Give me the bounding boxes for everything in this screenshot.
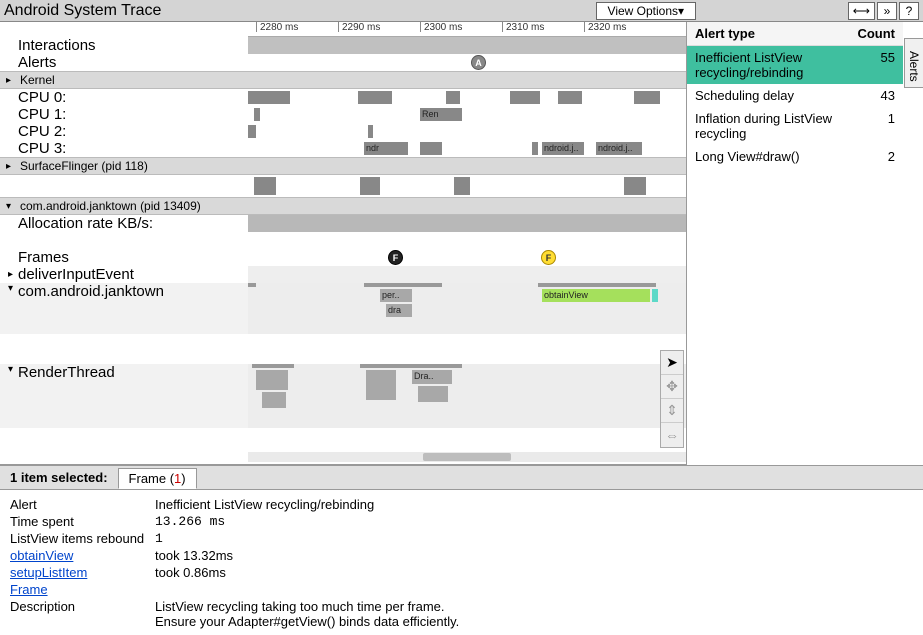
detail-value: took 0.86ms	[155, 565, 913, 580]
section-janktown-label: com.android.janktown (pid 13409)	[20, 199, 201, 213]
chevron-right-icon: ▸	[6, 75, 16, 86]
alerts-row-type: Scheduling delay	[695, 88, 881, 103]
frame-marker-icon[interactable]: F	[541, 250, 556, 265]
ruler-tick: 2310 ms	[502, 22, 544, 32]
track-label-cpu2: CPU 2:	[0, 123, 248, 140]
detail-panel: 1 item selected: Frame (1) AlertIneffici…	[0, 465, 923, 635]
detail-value: ListView recycling taking too much time …	[155, 599, 913, 629]
horizontal-scrollbar[interactable]	[248, 452, 686, 462]
track-label-cpu1: CPU 1:	[0, 106, 248, 123]
ruler-tick: 2300 ms	[420, 22, 462, 32]
detail-key: setupListItem	[10, 565, 155, 580]
alerts-row-type: Inefficient ListView recycling/rebinding	[695, 50, 881, 80]
detail-value: Inefficient ListView recycling/rebinding	[155, 497, 913, 512]
chevron-down-icon: ▾	[6, 201, 16, 212]
detail-key: obtainView	[10, 548, 155, 563]
alerts-row-count: 2	[888, 149, 895, 164]
detail-link[interactable]: obtainView	[10, 548, 73, 563]
frame-marker-icon[interactable]: F	[388, 250, 403, 265]
alerts-header-type: Alert type	[695, 26, 857, 41]
slice[interactable]: ndroid.j..	[596, 142, 642, 155]
track-label-alerts: Alerts	[0, 54, 248, 71]
track-label-interactions: Interactions	[0, 37, 248, 54]
section-kernel[interactable]: ▸ Kernel	[0, 71, 686, 89]
nav-toolbox: ➤ ✥ ⇕ ⇔	[660, 350, 684, 448]
chevron-down-icon: ▾	[8, 364, 18, 375]
slice-obtain-view[interactable]: obtainView	[542, 289, 650, 302]
alerts-row-type: Long View#draw()	[695, 149, 888, 164]
detail-value	[155, 582, 913, 597]
track-label-allocation: Allocation rate KB/s:	[0, 215, 248, 232]
chevron-right-icon: ▸	[8, 269, 18, 280]
slice[interactable]	[652, 289, 658, 302]
detail-link[interactable]: setupListItem	[10, 565, 87, 580]
slice[interactable]: ndroid.j..	[542, 142, 584, 155]
time-ruler[interactable]: 2280 ms 2290 ms 2300 ms 2310 ms 2320 ms	[248, 22, 686, 37]
section-surfaceflinger[interactable]: ▸ SurfaceFlinger (pid 118)	[0, 157, 686, 175]
slice-per[interactable]: per..	[380, 289, 412, 302]
help-button[interactable]: ?	[899, 2, 919, 20]
alerts-row-count: 1	[888, 111, 895, 141]
detail-value: 13.266 ms	[155, 514, 913, 529]
alerts-row[interactable]: Inefficient ListView recycling/rebinding…	[687, 46, 903, 84]
alerts-row[interactable]: Scheduling delay 43	[687, 84, 903, 107]
section-janktown[interactable]: ▾ com.android.janktown (pid 13409)	[0, 197, 686, 215]
selection-count-label: 1 item selected:	[10, 470, 108, 485]
pan-tool-button[interactable]: ✥	[661, 375, 683, 399]
chevron-right-icon: ▸	[6, 161, 16, 172]
slice-ndr[interactable]: ndr	[364, 142, 408, 155]
alert-marker-icon[interactable]: A	[471, 55, 486, 70]
view-options-dropdown[interactable]: View Options▾	[596, 2, 696, 20]
alerts-row-count: 43	[881, 88, 895, 103]
alerts-row[interactable]: Long View#draw() 2	[687, 145, 903, 168]
zoom-tool-button[interactable]: ⇕	[661, 399, 683, 423]
detail-key: Alert	[10, 497, 155, 512]
alerts-side-tab[interactable]: Alerts	[904, 38, 923, 88]
track-label-render-thread: RenderThread	[18, 364, 115, 381]
detail-key: ListView items rebound	[10, 531, 155, 546]
timing-tool-button[interactable]: ⇔	[661, 423, 683, 447]
chevron-down-icon: ▾	[8, 283, 18, 294]
detail-key: Description	[10, 599, 155, 629]
alerts-row[interactable]: Inflation during ListView recycling 1	[687, 107, 903, 145]
slice-dra[interactable]: dra	[386, 304, 412, 317]
detail-value: took 13.32ms	[155, 548, 913, 563]
detail-key: Frame	[10, 582, 155, 597]
section-surfaceflinger-label: SurfaceFlinger (pid 118)	[20, 159, 148, 173]
trace-timeline[interactable]: 2280 ms 2290 ms 2300 ms 2310 ms 2320 ms …	[0, 22, 686, 465]
pointer-tool-button[interactable]: ➤	[661, 351, 683, 375]
detail-tab-frame[interactable]: Frame (1)	[118, 468, 197, 489]
ruler-tick: 2320 ms	[584, 22, 626, 32]
section-kernel-label: Kernel	[20, 73, 55, 87]
track-label-cpu3: CPU 3:	[0, 140, 248, 157]
track-label-deliver: deliverInputEvent	[18, 266, 134, 283]
slice-ren[interactable]: Ren	[420, 108, 462, 121]
ruler-tick: 2290 ms	[338, 22, 380, 32]
track-label-jank-thread: com.android.janktown	[18, 283, 164, 300]
more-button[interactable]: »	[877, 2, 897, 20]
detail-value: 1	[155, 531, 913, 546]
detail-link[interactable]: Frame	[10, 582, 48, 597]
detail-key: Time spent	[10, 514, 155, 529]
alerts-row-type: Inflation during ListView recycling	[695, 111, 888, 141]
track-label-frames: Frames	[0, 249, 248, 266]
slice-dra2[interactable]: Dra..	[412, 370, 452, 384]
ruler-tick: 2280 ms	[256, 22, 298, 32]
alerts-header-count: Count	[857, 26, 895, 41]
alerts-row-count: 55	[881, 50, 895, 80]
alerts-panel: Alert type Count Inefficient ListView re…	[686, 22, 923, 465]
fit-button[interactable]: ⟷	[848, 2, 875, 20]
track-label-cpu0: CPU 0:	[0, 89, 248, 106]
app-title: Android System Trace	[4, 2, 161, 20]
